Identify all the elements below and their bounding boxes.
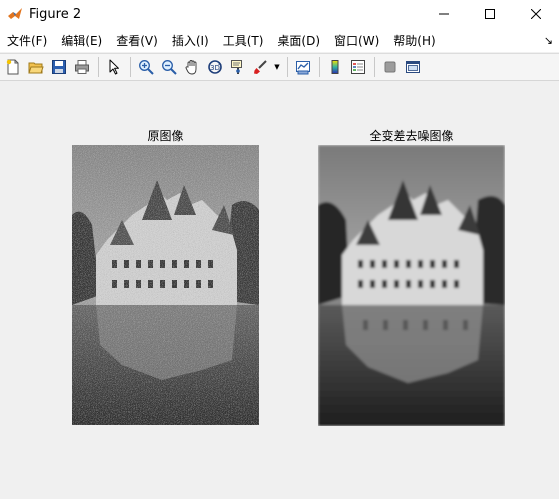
hide-plot-tools-button[interactable] bbox=[379, 56, 401, 78]
menu-tools[interactable]: 工具(T) bbox=[220, 32, 267, 49]
open-file-icon bbox=[28, 62, 44, 74]
title-bar: Figure 2 bbox=[0, 0, 559, 28]
colorbar-button[interactable] bbox=[324, 56, 346, 78]
close-icon bbox=[531, 9, 541, 19]
menu-window[interactable]: 窗口(W) bbox=[331, 32, 382, 49]
menu-insert[interactable]: 插入(I) bbox=[169, 32, 212, 49]
matlab-icon bbox=[8, 8, 22, 19]
show-plot-tools-icon bbox=[406, 61, 420, 73]
open-file-button[interactable] bbox=[25, 56, 47, 78]
show-plot-tools-button[interactable] bbox=[402, 56, 424, 78]
menu-desktop[interactable]: 桌面(D) bbox=[274, 32, 323, 49]
colorbar-icon bbox=[331, 60, 339, 74]
brush-button[interactable] bbox=[250, 56, 272, 78]
new-figure-icon bbox=[6, 59, 19, 75]
axes-title-denoised: 全变差去噪图像 bbox=[369, 129, 454, 143]
svg-text:3D: 3D bbox=[210, 64, 220, 72]
print-icon bbox=[75, 60, 89, 74]
rotate-3d-icon: 3D bbox=[208, 60, 222, 74]
legend-icon bbox=[351, 60, 365, 74]
window-title: Figure 2 bbox=[29, 6, 82, 22]
brush-icon bbox=[254, 60, 267, 74]
axes-title-original: 原图像 bbox=[147, 129, 184, 143]
noisy-castle-image bbox=[72, 145, 259, 425]
select-arrow-button[interactable] bbox=[103, 56, 125, 78]
data-cursor-icon bbox=[231, 60, 242, 74]
data-cursor-button[interactable] bbox=[227, 56, 249, 78]
zoom-in-button[interactable] bbox=[135, 56, 157, 78]
link-plot-icon bbox=[296, 61, 310, 75]
close-button[interactable] bbox=[513, 0, 559, 28]
save-icon bbox=[52, 60, 66, 74]
toolbar-separator bbox=[130, 57, 131, 77]
maximize-button[interactable] bbox=[467, 0, 513, 28]
dock-arrow-icon[interactable]: ↘ bbox=[544, 34, 553, 47]
minimize-button[interactable] bbox=[421, 0, 467, 28]
toolbar-separator bbox=[374, 57, 375, 77]
select-arrow-icon bbox=[109, 59, 119, 75]
menu-help[interactable]: 帮助(H) bbox=[390, 32, 438, 49]
zoom-in-icon bbox=[139, 60, 154, 75]
legend-button[interactable] bbox=[347, 56, 369, 78]
save-button[interactable] bbox=[48, 56, 70, 78]
menu-bar: 文件(F) 编辑(E) 查看(V) 插入(I) 工具(T) 桌面(D) 窗口(W… bbox=[0, 28, 559, 52]
brush-dropdown-caret[interactable]: ▼ bbox=[273, 63, 281, 71]
figure-toolbar: 3D ▼ bbox=[0, 53, 559, 81]
menu-view[interactable]: 查看(V) bbox=[113, 32, 161, 49]
menu-file[interactable]: 文件(F) bbox=[4, 32, 50, 49]
zoom-out-icon bbox=[162, 60, 177, 75]
toolbar-separator bbox=[319, 57, 320, 77]
menu-edit[interactable]: 编辑(E) bbox=[58, 32, 105, 49]
pan-button[interactable] bbox=[181, 56, 203, 78]
new-figure-button[interactable] bbox=[2, 56, 24, 78]
rotate-3d-button[interactable]: 3D bbox=[204, 56, 226, 78]
minimize-icon bbox=[439, 13, 449, 15]
print-button[interactable] bbox=[71, 56, 93, 78]
link-plot-button[interactable] bbox=[292, 56, 314, 78]
hide-plot-tools-icon bbox=[384, 61, 396, 73]
toolbar-separator bbox=[98, 57, 99, 77]
denoised-castle-image bbox=[318, 145, 505, 426]
toolbar-separator bbox=[287, 57, 288, 77]
maximize-icon bbox=[485, 9, 495, 19]
pan-icon bbox=[185, 60, 197, 75]
zoom-out-button[interactable] bbox=[158, 56, 180, 78]
figure-canvas[interactable]: 原图像 全变差去噪图像 bbox=[0, 82, 559, 499]
